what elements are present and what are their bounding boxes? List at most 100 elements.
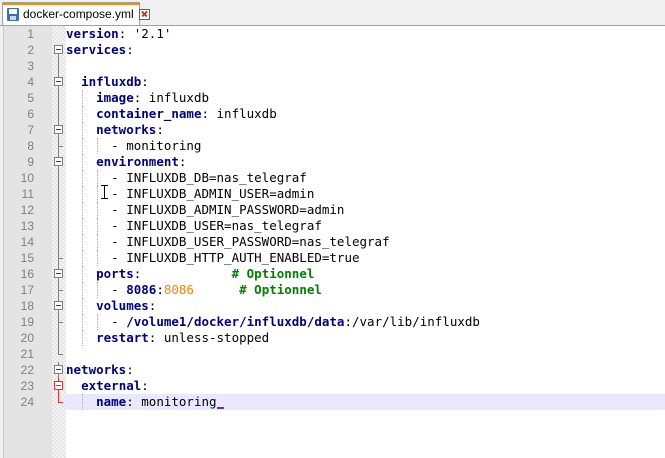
yaml-value [66, 330, 96, 345]
yaml-value [66, 266, 96, 281]
fold-guide [52, 90, 66, 106]
line-number: 20 [20, 331, 34, 345]
yaml-key: 8086 [126, 282, 157, 297]
yaml-value: : [133, 266, 232, 281]
yaml-value: - monitoring [66, 138, 202, 153]
code-line[interactable]: 16 ports: # Optionnel [0, 266, 665, 282]
yaml-key: version [66, 26, 119, 41]
code-text: external: [66, 378, 665, 394]
code-line[interactable]: 5 image: influxdb [0, 90, 665, 106]
code-line[interactable]: 12 - INFLUXDB_ADMIN_PASSWORD=admin [0, 202, 665, 218]
code-line[interactable]: 10 - INFLUXDB_DB=nas_telegraf [0, 170, 665, 186]
yaml-value: : influxdb [201, 106, 277, 121]
yaml-value: : [148, 298, 157, 313]
yaml-key: name [96, 394, 127, 409]
code-line[interactable]: 2 services: [0, 42, 665, 58]
fold-toggle-icon[interactable] [52, 42, 66, 58]
code-line[interactable]: 24 name: monitoring [0, 394, 665, 410]
fold-toggle-icon[interactable] [52, 154, 66, 170]
code-line[interactable]: 9 environment: [0, 154, 665, 170]
line-number: 5 [27, 91, 34, 105]
fold-guide [52, 202, 66, 218]
code-line[interactable]: 17 - 8086:8086 # Optionnel [0, 282, 665, 298]
yaml-value: - INFLUXDB_HTTP_AUTH_ENABLED=true [66, 250, 360, 265]
yaml-value [66, 298, 96, 313]
line-number: 4 [27, 75, 34, 89]
code-line[interactable]: 19 - /volume1/docker/influxdb/data:/var/… [0, 314, 665, 330]
code-text: - INFLUXDB_ADMIN_PASSWORD=admin [66, 202, 665, 218]
code-line[interactable]: 8 - monitoring [0, 138, 665, 154]
code-line[interactable]: 21 [0, 346, 665, 362]
code-line[interactable]: 11 - INFLUXDB_ADMIN_USER=admin [0, 186, 665, 202]
code-text: services: [66, 42, 665, 58]
close-tab-icon[interactable] [138, 8, 150, 20]
code-text: image: influxdb [66, 90, 665, 106]
fold-toggle-icon[interactable] [52, 122, 66, 138]
code-text: - INFLUXDB_DB=nas_telegraf [66, 170, 665, 186]
code-text: - /volume1/docker/influxdb/data:/var/lib… [66, 314, 665, 330]
code-line[interactable]: 13 - INFLUXDB_USER=nas_telegraf [0, 218, 665, 234]
fold-toggle-icon[interactable] [52, 378, 66, 394]
tab-active-accent [3, 3, 139, 5]
fold-toggle-icon[interactable] [52, 74, 66, 90]
fold-guide [52, 234, 66, 250]
yaml-key: /volume1/docker/influxdb/data [126, 314, 345, 329]
code-text: volumes: [66, 298, 665, 314]
code-text: restart: unless-stopped [66, 330, 665, 346]
yaml-key: environment [96, 154, 179, 169]
fold-toggle-icon[interactable] [52, 362, 66, 378]
fold-guide [52, 314, 66, 330]
code-line[interactable]: 1 version: '2.1' [0, 26, 665, 42]
fold-guide [52, 282, 66, 298]
code-line[interactable]: 18 volumes: [0, 298, 665, 314]
fold-guide [52, 170, 66, 186]
code-line[interactable]: 15 - INFLUXDB_HTTP_AUTH_ENABLED=true [0, 250, 665, 266]
code-text: version: '2.1' [66, 26, 665, 42]
yaml-value [66, 74, 81, 89]
tab-docker-compose[interactable]: docker-compose.yml [2, 2, 150, 25]
code-text: ports: # Optionnel [66, 266, 665, 282]
yaml-value: : [126, 362, 134, 377]
code-line[interactable]: 20 restart: unless-stopped [0, 330, 665, 346]
line-number: 22 [20, 363, 34, 377]
code-line[interactable]: 4 influxdb: [0, 74, 665, 90]
line-number: 9 [27, 155, 34, 169]
line-number: 12 [20, 203, 34, 217]
code-line[interactable]: 6 container_name: influxdb [0, 106, 665, 122]
fold-guide [52, 106, 66, 122]
editor-area[interactable]: 1 version: '2.1' 2 services: 3 4 influxdb: 5 i… [0, 26, 665, 458]
line-number: 14 [20, 235, 34, 249]
code-text: container_name: influxdb [66, 106, 665, 122]
code-text: - INFLUXDB_HTTP_AUTH_ENABLED=true [66, 250, 665, 266]
code-line[interactable]: 3 [0, 58, 665, 74]
line-number: 10 [20, 171, 34, 185]
yaml-value: :/var/lib/influxdb [344, 314, 480, 329]
yaml-value: : [141, 74, 149, 89]
fold-toggle-icon[interactable] [52, 266, 66, 282]
line-number: 21 [20, 347, 34, 361]
fold-guide [52, 218, 66, 234]
code-line[interactable]: 23 external: [0, 378, 665, 394]
code-line[interactable]: 22 networks: [0, 362, 665, 378]
code-line[interactable]: 7 networks: [0, 122, 665, 138]
fold-guide [52, 330, 66, 346]
line-number: 18 [20, 299, 34, 313]
fold-guide [52, 346, 66, 362]
yaml-value: - INFLUXDB_ADMIN_PASSWORD=admin [66, 202, 345, 217]
fold-guide [52, 186, 66, 202]
fold-guide [52, 138, 66, 154]
yaml-value [66, 154, 96, 169]
code-line[interactable]: 14 - INFLUXDB_USER_PASSWORD=nas_telegraf [0, 234, 665, 250]
yaml-value [194, 282, 239, 297]
fold-toggle-icon[interactable] [52, 298, 66, 314]
yaml-value: : [156, 122, 164, 137]
code-text: - INFLUXDB_ADMIN_USER=admin [66, 186, 665, 202]
yaml-value: : [156, 282, 164, 297]
fold-guide [52, 394, 66, 410]
yaml-value: : monitoring [126, 394, 217, 409]
yaml-key: ports [96, 266, 134, 281]
line-number: 11 [21, 187, 34, 201]
code-text: environment: [66, 154, 665, 170]
yaml-value [66, 378, 81, 393]
